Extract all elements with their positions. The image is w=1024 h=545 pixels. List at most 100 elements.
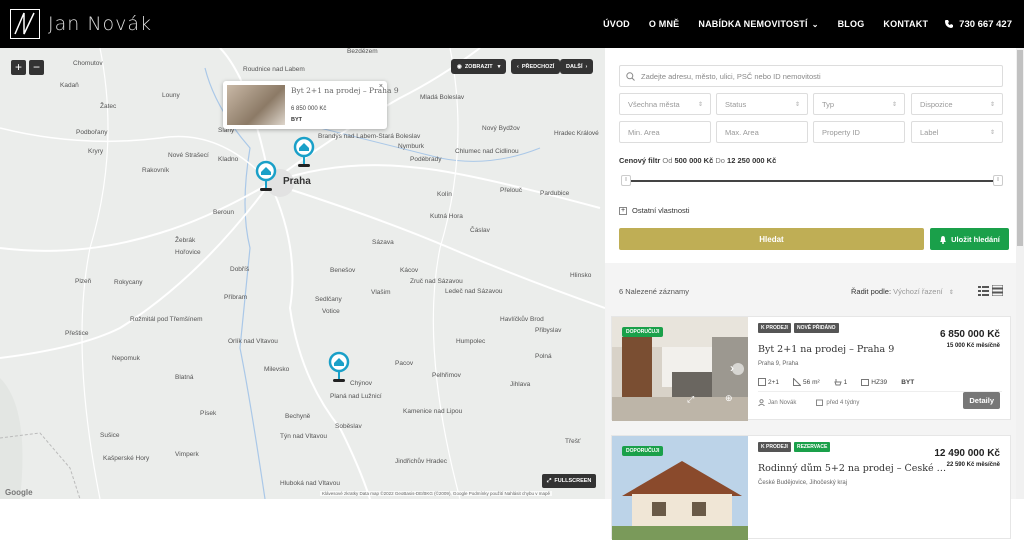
sort-arrows-icon: ⇕ — [989, 101, 995, 108]
tags: K PRODEJI NOVĚ PŘIDÁNO — [758, 323, 842, 333]
map-label: Bezdězem — [347, 48, 378, 55]
property-agent-row: Jan Novák před 4 týdny — [758, 399, 879, 406]
map-infobox[interactable]: Byt 2+1 na prodej – Praha 9 6 850 000 Kč… — [223, 81, 399, 129]
save-search-button[interactable]: Uložit hledání — [930, 228, 1009, 250]
detail-button[interactable]: Detaily — [963, 392, 1000, 409]
map-label: Plzeň — [75, 278, 92, 285]
more-options-toggle[interactable]: + Ostatní vlastnosti — [619, 206, 690, 215]
google-logo: Google — [5, 488, 33, 497]
sort-arrows-icon: ⇕ — [697, 101, 703, 108]
plus-icon: + — [619, 206, 627, 215]
cities-select-label: Všechna města — [628, 99, 680, 109]
map-label: Milevsko — [264, 366, 290, 373]
status-select[interactable]: Status ⇕ — [716, 93, 808, 115]
property-id-field[interactable]: Property ID — [813, 121, 905, 143]
house-marker-icon — [328, 351, 350, 382]
chevron-left-icon: ‹ — [517, 63, 519, 70]
caret-down-icon: ▾ — [497, 63, 501, 70]
property-card[interactable]: DOPORUČUJI ⤢ ⊕ › K PRODEJI NOVĚ PŘIDÁNO … — [611, 316, 1011, 421]
logo-mark-icon — [10, 9, 40, 39]
map-label: Nový Bydžov — [482, 125, 520, 132]
sort-arrows-icon: ⇕ — [794, 101, 800, 108]
property-image[interactable]: DOPORUČUJI ⤢ ⊕ › — [612, 317, 748, 421]
map-next-label: DALŠÍ — [566, 63, 583, 70]
property-marker[interactable] — [293, 136, 315, 168]
results-count: 6 Nalezené záznamy — [619, 287, 690, 296]
nav-offers-label: NABÍDKA NEMOVITOSTÍ — [698, 19, 808, 29]
search-input[interactable]: Zadejte adresu, město, ulici, PSČ nebo I… — [619, 65, 1003, 87]
search-panel: Zadejte adresu, město, ulici, PSČ nebo I… — [605, 48, 1024, 540]
map-prev-label: PŘEDCHOZÍ — [521, 63, 555, 70]
layout-select[interactable]: Dispozice ⇕ — [911, 93, 1003, 115]
map-attribution[interactable]: Klávesové zkratky Data map ©2022 GeoBasi… — [320, 491, 552, 496]
map-label: Chlumec nad Cidlinou — [455, 148, 519, 155]
phone-link[interactable]: 730 667 427 — [944, 19, 1012, 30]
search-button[interactable]: Hledat — [619, 228, 924, 250]
expand-icon[interactable]: ⤢ — [687, 394, 694, 405]
label-select[interactable]: Label ⇕ — [911, 121, 1003, 143]
map-label: Příbram — [224, 294, 248, 301]
chevron-right-icon: › — [585, 63, 588, 70]
calendar-icon — [816, 399, 824, 406]
property-title[interactable]: Byt 2+1 na prodej – Praha 9 — [758, 344, 948, 355]
map-label: Sázava — [372, 239, 394, 246]
type-select[interactable]: Typ ⇕ — [813, 93, 905, 115]
map-label: Beroun — [213, 209, 234, 216]
map-show-button[interactable]: ◉ ZOBRAZIT ▾ — [451, 59, 507, 74]
page-scrollbar[interactable] — [1016, 48, 1024, 499]
house-marker-icon — [293, 136, 315, 167]
map-view[interactable]: + − ◉ ZOBRAZIT ▾ ‹ PŘEDCHOZÍ DALŠÍ › Chomuto… — [0, 48, 605, 499]
zoom-in-button[interactable]: + — [11, 60, 26, 75]
map-label: Mladá Boleslav — [420, 94, 465, 101]
scrollbar-thumb[interactable] — [1017, 50, 1023, 246]
date-value: před 4 týdny — [826, 399, 860, 406]
map-show-label: ZOBRAZIT — [464, 63, 493, 70]
nav-home[interactable]: ÚVOD — [603, 19, 630, 29]
chevron-right-icon[interactable]: › — [730, 361, 734, 375]
map-label: Týn nad Vltavou — [280, 433, 327, 440]
nav-contact[interactable]: KONTAKT — [883, 19, 928, 29]
logo[interactable]: Jan Novák — [10, 9, 152, 39]
infobox-price: 6 850 000 Kč — [291, 106, 327, 112]
grid-view-icon[interactable] — [991, 283, 1004, 301]
map-label: Zruč nad Sázavou — [410, 278, 463, 285]
user-icon — [758, 399, 765, 406]
price-slider-track[interactable] — [624, 180, 999, 182]
map-next-button[interactable]: DALŠÍ › — [560, 59, 594, 74]
min-area-field[interactable]: Min. Area — [619, 121, 711, 143]
map-label: Čáslav — [470, 227, 490, 234]
nav-blog[interactable]: BLOG — [838, 19, 865, 29]
property-marker[interactable] — [255, 160, 277, 192]
property-title[interactable]: Rodinný dům 5+2 na prodej – České Budějo… — [758, 463, 948, 474]
property-location: Praha 9, Praha — [758, 361, 799, 367]
fullscreen-button[interactable]: ⤢ FULLSCREEN — [542, 474, 597, 488]
map-label: Podbořany — [76, 129, 108, 136]
sort-arrows-icon: ⇕ — [989, 129, 995, 136]
property-image[interactable]: DOPORUČUJI — [612, 436, 748, 540]
price-slider-max-handle[interactable]: ‖ — [993, 175, 1003, 186]
max-area-field[interactable]: Max. Area — [716, 121, 808, 143]
sort-select[interactable]: Řadit podle: Výchozí řazení ⇕ — [851, 287, 954, 296]
map-label: Rožmitál pod Třemšínem — [130, 316, 203, 323]
map-label: Kamenice nad Lipou — [403, 408, 463, 415]
nav-offers[interactable]: NABÍDKA NEMOVITOSTÍ ⌄ — [698, 19, 818, 29]
plus-circle-icon[interactable]: ⊕ — [725, 393, 733, 404]
map-prev-button[interactable]: ‹ PŘEDCHOZÍ — [511, 59, 561, 74]
zoom-out-button[interactable]: − — [29, 60, 44, 75]
map-label: Chomutov — [73, 60, 103, 67]
cities-select[interactable]: Všechna města ⇕ — [619, 93, 711, 115]
property-card[interactable]: DOPORUČUJI K PRODEJI REZERVACE 12 490 00… — [611, 435, 1011, 540]
price-slider-min-handle[interactable]: ‖ — [621, 175, 631, 186]
site-header: Jan Novák ÚVOD O MNĚ NABÍDKA NEMOVITOSTÍ… — [0, 0, 1024, 48]
close-icon[interactable]: × — [379, 83, 383, 90]
list-view-icon[interactable] — [978, 283, 989, 301]
sort-label: Řadit podle: — [851, 287, 892, 296]
map-label: Písek — [200, 410, 217, 417]
map-label: Nymburk — [398, 143, 425, 150]
map-label: Kadaň — [60, 82, 79, 89]
agent[interactable]: Jan Novák — [758, 399, 806, 406]
map-label: Kácov — [400, 267, 419, 274]
property-marker[interactable] — [328, 351, 350, 383]
nav-about[interactable]: O MNĚ — [649, 19, 680, 29]
map-label-praha: Praha — [283, 176, 311, 187]
